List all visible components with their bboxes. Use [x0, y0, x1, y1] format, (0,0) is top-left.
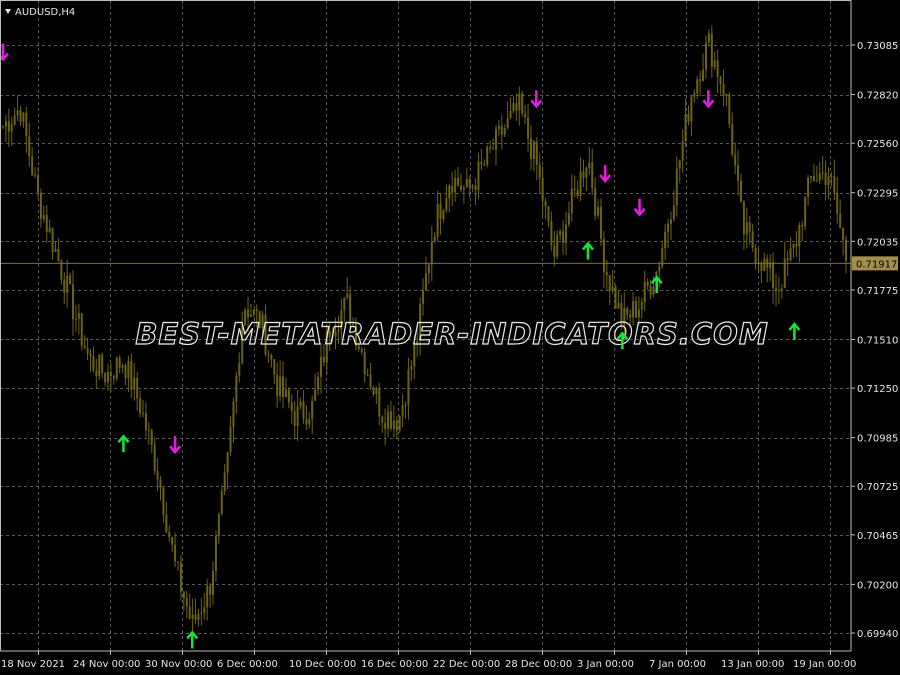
current-price-tag: 0.71917 — [852, 256, 898, 271]
time-label: 7 Jan 00:00 — [649, 659, 706, 670]
watermark-text: BEST-METATRADER-INDICATORS.COM — [135, 317, 768, 351]
time-label: 3 Jan 00:00 — [577, 659, 634, 670]
price-label: 0.71775 — [857, 286, 898, 297]
time-label: 28 Dec 00:00 — [505, 659, 572, 670]
symbol-label: AUDUSD,H4 — [15, 7, 75, 18]
candle — [728, 91, 731, 129]
time-label: 6 Dec 00:00 — [217, 659, 278, 670]
candle — [521, 90, 524, 117]
price-label: 0.70200 — [857, 580, 898, 591]
time-label: 24 Nov 00:00 — [73, 659, 140, 670]
time-label: 16 Dec 00:00 — [361, 659, 428, 670]
candle — [80, 312, 83, 351]
time-label: 13 Jan 00:00 — [721, 659, 784, 670]
price-label: 0.72820 — [857, 91, 898, 102]
price-label: 0.72295 — [857, 189, 898, 200]
price-label: 0.73085 — [857, 41, 898, 52]
symbol-title[interactable]: AUDUSD,H4 — [5, 7, 75, 18]
time-label: 22 Dec 00:00 — [433, 659, 500, 670]
price-label: 0.70465 — [857, 531, 898, 542]
chart-window[interactable]: BEST-METATRADER-INDICATORS.COM 0.73085 0.… — [0, 0, 900, 675]
price-label: 0.69940 — [857, 629, 898, 640]
time-label: 19 Jan 00:00 — [793, 659, 856, 670]
price-label: 0.72560 — [857, 139, 898, 150]
current-price-label: 0.71917 — [856, 259, 897, 270]
price-label: 0.72035 — [857, 237, 898, 248]
price-label: 0.71510 — [857, 335, 898, 346]
time-label: 10 Dec 00:00 — [289, 659, 356, 670]
candle — [614, 284, 617, 309]
price-label: 0.70725 — [857, 482, 898, 493]
price-chart[interactable]: BEST-METATRADER-INDICATORS.COM 0.73085 0.… — [0, 0, 900, 675]
candle — [398, 415, 401, 433]
time-label: 30 Nov 00:00 — [145, 659, 212, 670]
price-label: 0.71250 — [857, 384, 898, 395]
time-label: 18 Nov 2021 — [1, 659, 65, 670]
candle — [115, 356, 118, 382]
candle — [804, 195, 807, 231]
candle — [486, 144, 489, 168]
price-label: 0.70985 — [857, 434, 898, 445]
